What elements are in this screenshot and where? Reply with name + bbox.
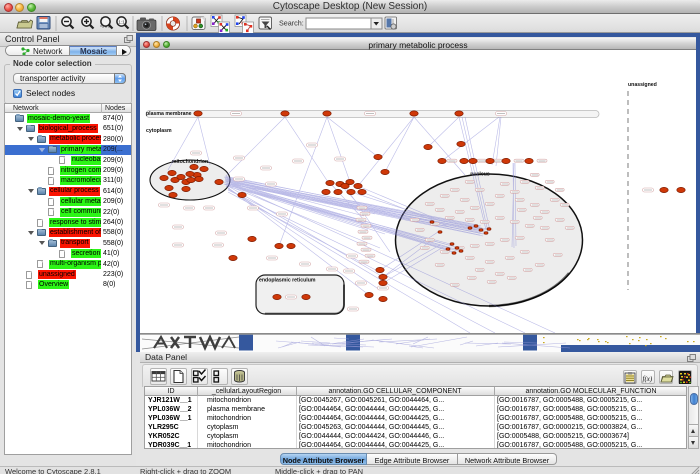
svg-text:mitochondrion: mitochondrion xyxy=(172,159,208,165)
svg-text:Search:: Search: xyxy=(279,19,304,28)
svg-text:f(x): f(x) xyxy=(643,375,653,383)
svg-text:plasma membrane: plasma membrane xyxy=(146,111,192,117)
svg-text:cytoplasm: cytoplasm xyxy=(146,128,172,134)
svg-text:unassigned: unassigned xyxy=(628,82,657,88)
svg-text:1:1: 1:1 xyxy=(118,20,125,25)
svg-text:endoplasmic reticulum: endoplasmic reticulum xyxy=(259,278,316,284)
